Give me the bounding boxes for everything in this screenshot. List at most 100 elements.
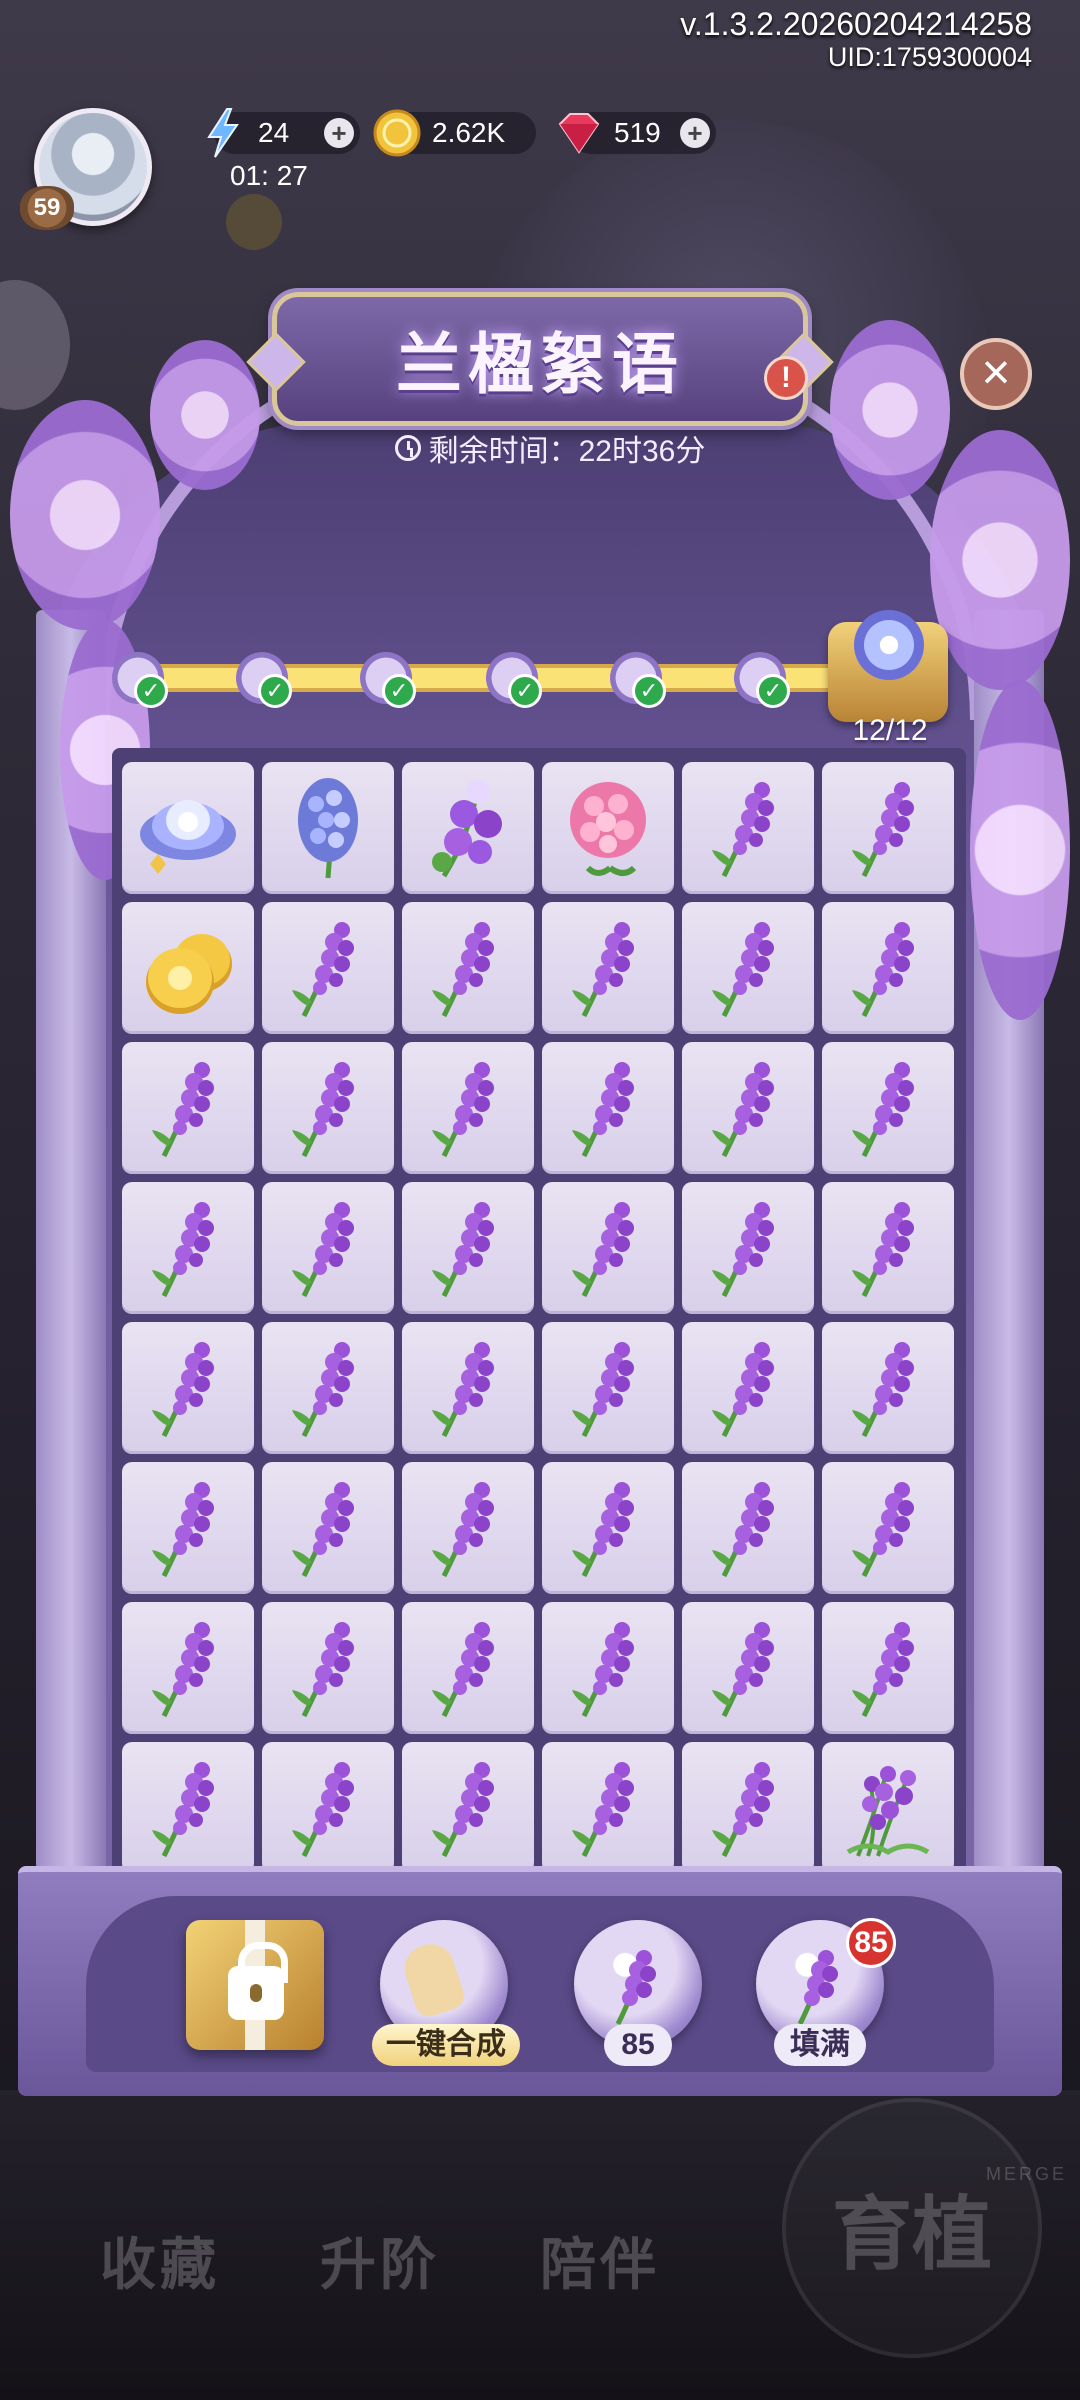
- fill-label[interactable]: 填满: [774, 2024, 866, 2066]
- event-title: 兰楹絮语: [396, 325, 684, 403]
- board-cell[interactable]: [262, 1042, 394, 1174]
- board-cell[interactable]: [822, 1742, 954, 1874]
- board-cell[interactable]: [542, 1322, 674, 1454]
- energy-counter[interactable]: 24 +: [207, 108, 360, 158]
- board-cell[interactable]: [122, 762, 254, 894]
- wisteria-decoration: [970, 680, 1070, 1020]
- board-cell[interactable]: [262, 1182, 394, 1314]
- nav-tab-company[interactable]: 陪伴: [540, 2220, 660, 2301]
- coin-shortcut-icon[interactable]: [226, 194, 282, 250]
- board-cell[interactable]: [542, 1602, 674, 1734]
- board-cell[interactable]: [542, 762, 674, 894]
- milestone-flower[interactable]: ✓: [112, 652, 168, 708]
- gem-value: 519: [614, 117, 661, 148]
- board-cell[interactable]: [402, 1742, 534, 1874]
- board-cell[interactable]: [822, 1042, 954, 1174]
- milestone-flower[interactable]: ✓: [486, 652, 542, 708]
- wisteria-decoration: [10, 400, 160, 630]
- lavender-item-icon: [572, 1342, 634, 1438]
- nav-grow-label: 育植: [832, 2187, 992, 2281]
- nav-tab-collect[interactable]: 收藏: [100, 2220, 220, 2301]
- board-cell[interactable]: [682, 1602, 814, 1734]
- milestone-flower[interactable]: ✓: [734, 652, 790, 708]
- board-cell[interactable]: [402, 1182, 534, 1314]
- wisteria-decoration: [830, 320, 950, 500]
- hyacinth-item-icon: [298, 778, 358, 879]
- gold-coin-icon: [370, 106, 424, 160]
- board-cell[interactable]: [822, 1462, 954, 1594]
- board-cell[interactable]: [262, 1322, 394, 1454]
- lavender-item-icon: [712, 1762, 774, 1858]
- board-cell[interactable]: [682, 902, 814, 1034]
- check-icon: ✓: [756, 674, 790, 708]
- board-cell[interactable]: [402, 1462, 534, 1594]
- close-button[interactable]: ×: [960, 338, 1032, 410]
- add-energy-button[interactable]: +: [324, 118, 354, 148]
- merge-grid: [122, 762, 964, 1874]
- info-alert-icon[interactable]: !: [764, 356, 808, 400]
- lavender-item-icon: [712, 1202, 774, 1298]
- board-cell[interactable]: [262, 762, 394, 894]
- board-cell[interactable]: [682, 1182, 814, 1314]
- hydrangea-item-icon: [570, 782, 646, 876]
- board-cell[interactable]: [682, 1462, 814, 1594]
- lavender-item-icon: [712, 922, 774, 1018]
- final-reward-chest[interactable]: [828, 610, 948, 722]
- remaining-time-text: 剩余时间：22时36分: [428, 435, 706, 468]
- lavender-item-icon: [152, 1622, 214, 1718]
- nav-merge-label: MERGE: [986, 2164, 1068, 2184]
- nav-tab-upgrade[interactable]: 升阶: [320, 2220, 440, 2301]
- board-cell[interactable]: [122, 1042, 254, 1174]
- board-cell[interactable]: [542, 1742, 674, 1874]
- board-cell[interactable]: [402, 902, 534, 1034]
- board-cell[interactable]: [542, 902, 674, 1034]
- add-gem-button[interactable]: +: [680, 118, 710, 148]
- board-cell[interactable]: [262, 902, 394, 1034]
- board-cell[interactable]: [542, 1182, 674, 1314]
- board-cell[interactable]: [262, 1462, 394, 1594]
- board-cell[interactable]: [402, 1322, 534, 1454]
- board-cell[interactable]: [822, 902, 954, 1034]
- board-cell[interactable]: [822, 762, 954, 894]
- ruby-gem-icon: [552, 106, 606, 160]
- board-cell[interactable]: [402, 762, 534, 894]
- board-cell[interactable]: [682, 762, 814, 894]
- board-cell[interactable]: [682, 1742, 814, 1874]
- side-menu-icon[interactable]: [0, 280, 70, 410]
- board-cell[interactable]: [122, 1322, 254, 1454]
- board-cell[interactable]: [262, 1602, 394, 1734]
- merge-all-label[interactable]: 一键合成: [372, 2024, 520, 2066]
- lavender-item-icon: [432, 1202, 494, 1298]
- board-cell[interactable]: [122, 1462, 254, 1594]
- wisteria-decoration: [150, 340, 260, 490]
- lavender-item-icon: [432, 1062, 494, 1158]
- board-cell[interactable]: [542, 1462, 674, 1594]
- board-cell[interactable]: [122, 902, 254, 1034]
- lavender-item-icon: [572, 1762, 634, 1858]
- milestone-flower[interactable]: ✓: [610, 652, 666, 708]
- coin-counter[interactable]: 2.62K: [373, 109, 536, 157]
- lavender-item-icon: [432, 1482, 494, 1578]
- board-cell[interactable]: [542, 1042, 674, 1174]
- lavender-item-icon: [572, 922, 634, 1018]
- nav-grow-button[interactable]: 育植: [782, 2098, 1042, 2358]
- milestone-flower[interactable]: ✓: [360, 652, 416, 708]
- board-cell[interactable]: [122, 1602, 254, 1734]
- board-cell[interactable]: [402, 1042, 534, 1174]
- board-cell[interactable]: [822, 1322, 954, 1454]
- board-cell[interactable]: [822, 1602, 954, 1734]
- board-cell[interactable]: [122, 1182, 254, 1314]
- lavender-item-icon: [712, 1062, 774, 1158]
- fill-count-badge: 85: [846, 1918, 896, 1968]
- board-cell[interactable]: [682, 1322, 814, 1454]
- lavender-item-icon: [712, 1342, 774, 1438]
- board-cell[interactable]: [682, 1042, 814, 1174]
- lavender-item-icon: [572, 1062, 634, 1158]
- board-cell[interactable]: [402, 1602, 534, 1734]
- gem-counter[interactable]: 519 +: [558, 112, 716, 154]
- board-cell[interactable]: [122, 1742, 254, 1874]
- lavender-item-icon: [712, 1482, 774, 1578]
- milestone-flower[interactable]: ✓: [236, 652, 292, 708]
- board-cell[interactable]: [262, 1742, 394, 1874]
- board-cell[interactable]: [822, 1182, 954, 1314]
